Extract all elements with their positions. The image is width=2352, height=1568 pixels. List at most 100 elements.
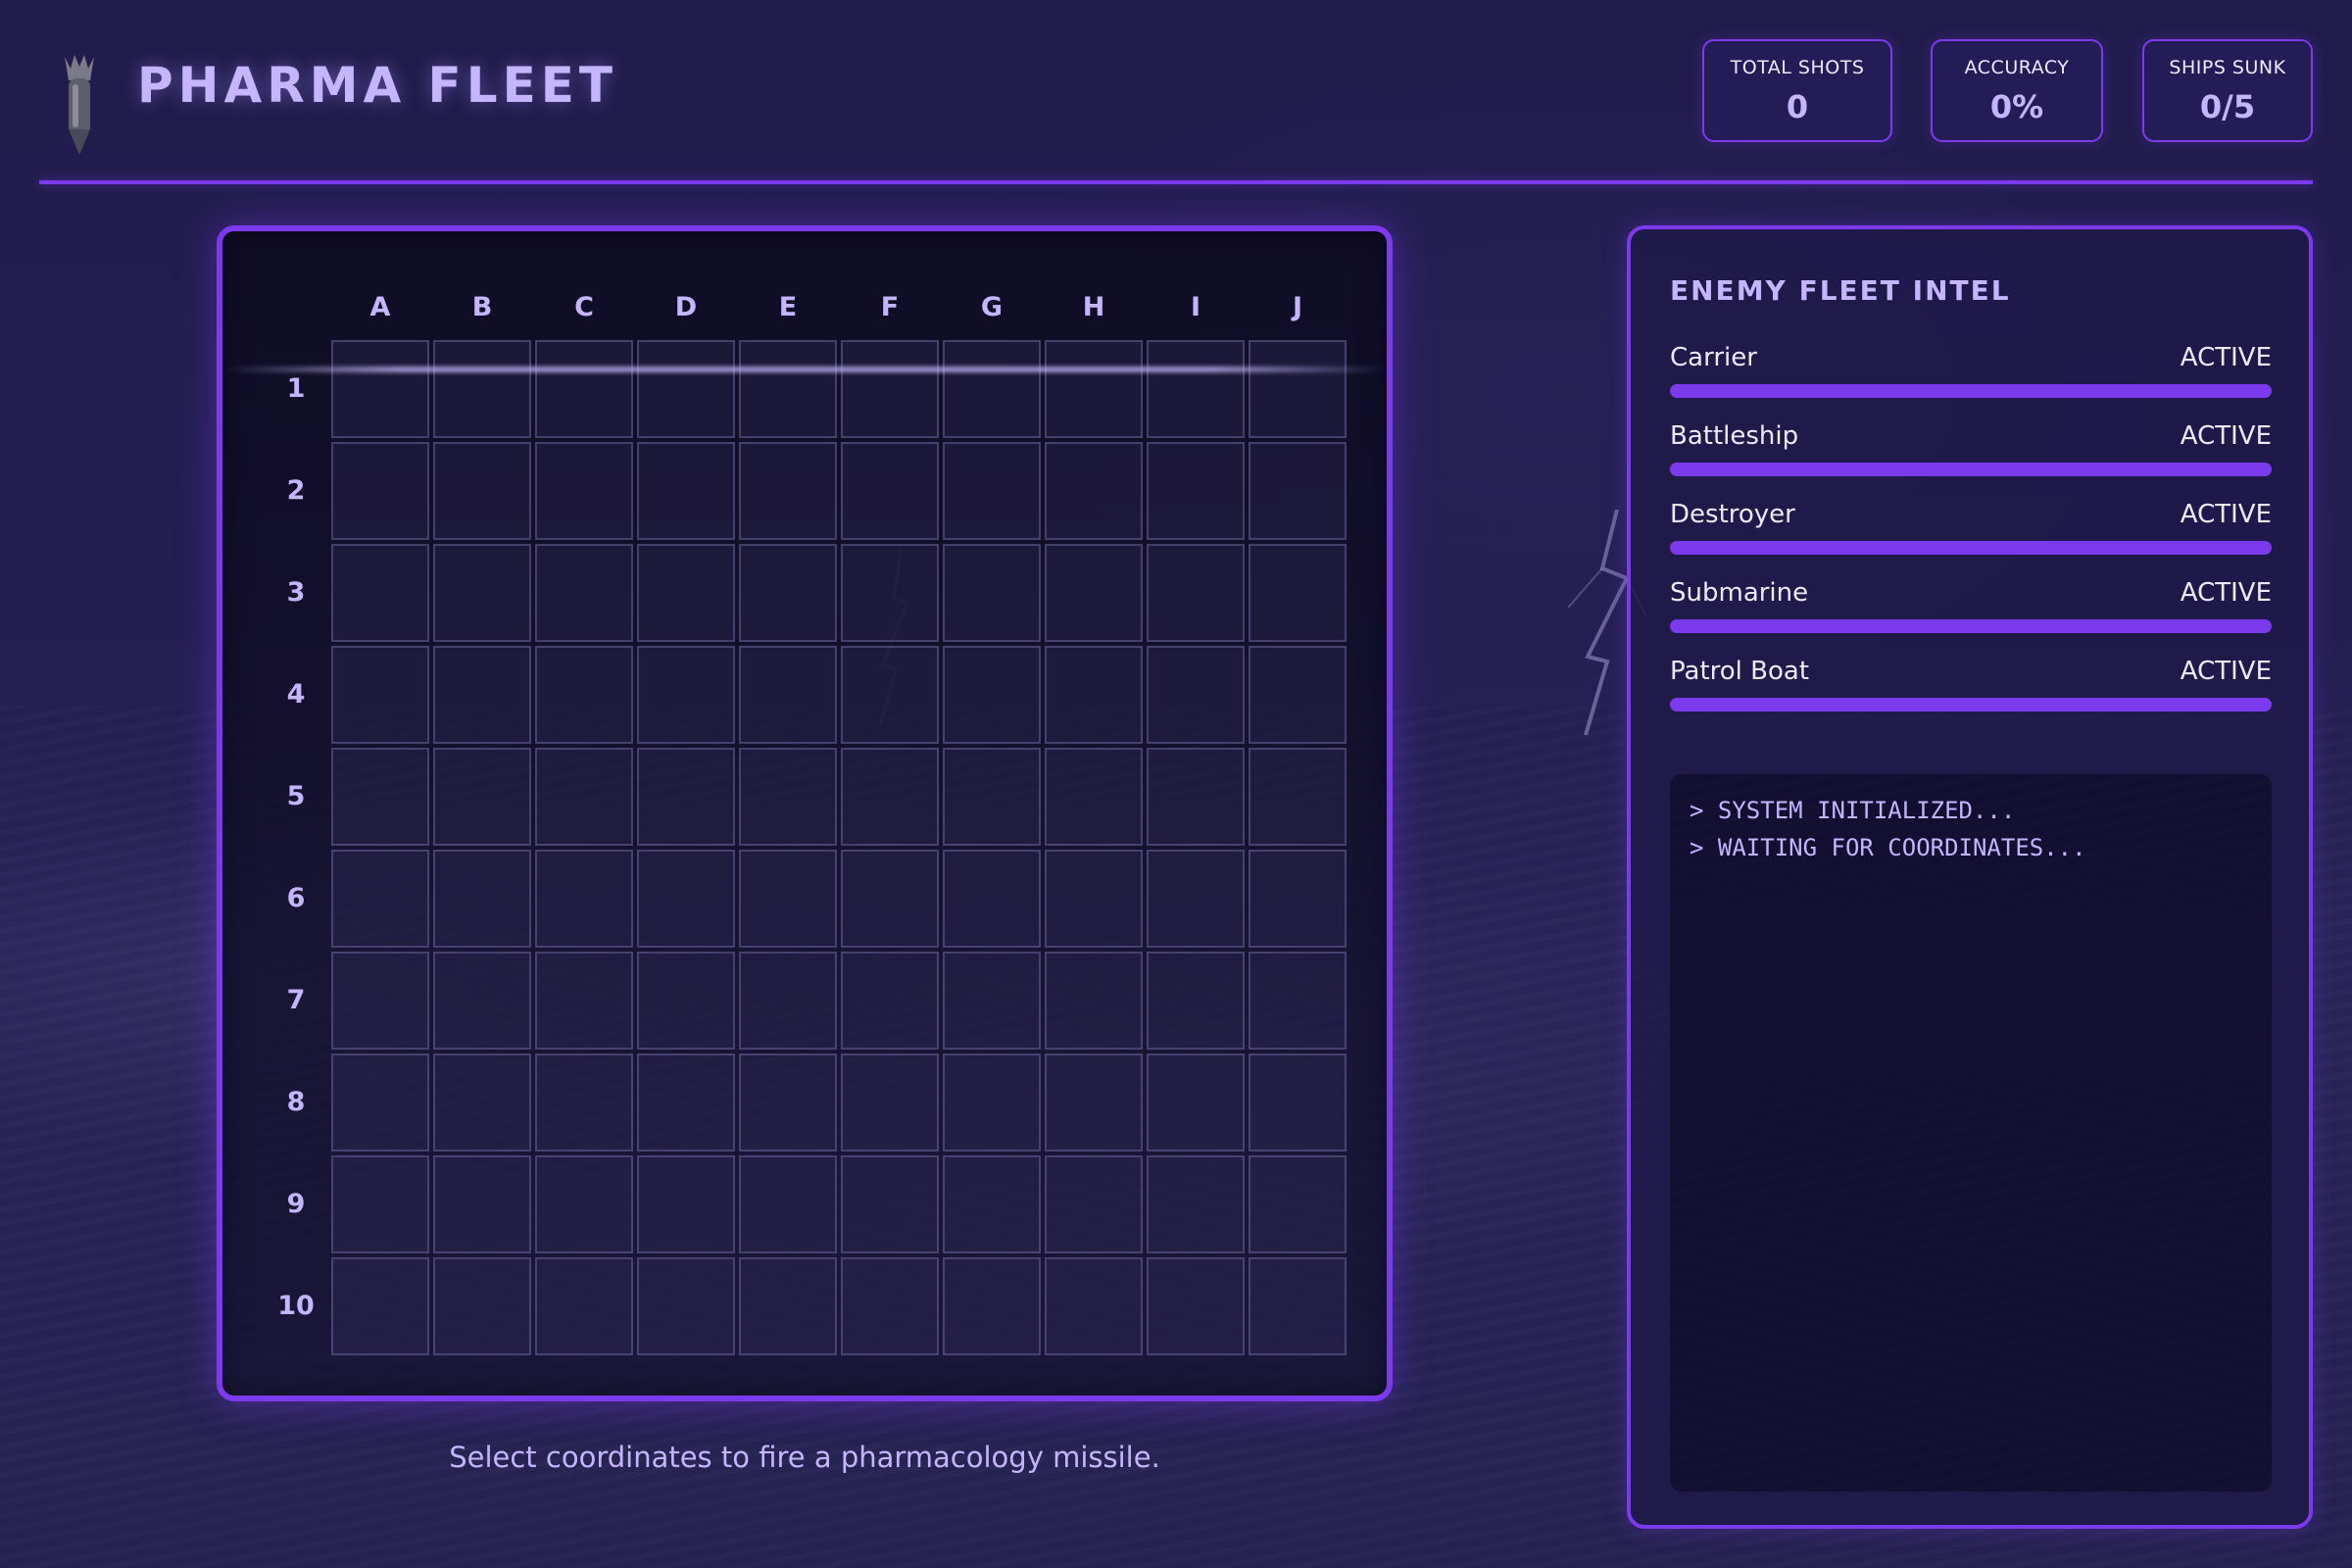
grid-cell-f5[interactable]: [841, 748, 939, 846]
grid-cell-g10[interactable]: [943, 1257, 1041, 1355]
grid-cell-e5[interactable]: [739, 748, 837, 846]
grid-cell-g4[interactable]: [943, 646, 1041, 744]
grid-cell-i3[interactable]: [1147, 544, 1245, 642]
grid-cell-e8[interactable]: [739, 1054, 837, 1152]
grid-cell-a8[interactable]: [331, 1054, 429, 1152]
grid-cell-c9[interactable]: [535, 1155, 633, 1253]
grid-cell-a4[interactable]: [331, 646, 429, 744]
grid-cell-d1[interactable]: [637, 340, 735, 438]
grid-cell-d5[interactable]: [637, 748, 735, 846]
grid-cell-h6[interactable]: [1045, 850, 1143, 948]
grid-cell-a10[interactable]: [331, 1257, 429, 1355]
grid-cell-c10[interactable]: [535, 1257, 633, 1355]
grid-cell-e3[interactable]: [739, 544, 837, 642]
grid-cell-f10[interactable]: [841, 1257, 939, 1355]
grid-cell-e1[interactable]: [739, 340, 837, 438]
grid-cell-a1[interactable]: [331, 340, 429, 438]
grid-cell-b5[interactable]: [433, 748, 531, 846]
grid-cell-a7[interactable]: [331, 952, 429, 1050]
grid-cell-f8[interactable]: [841, 1054, 939, 1152]
grid-cell-d3[interactable]: [637, 544, 735, 642]
grid-cell-i5[interactable]: [1147, 748, 1245, 846]
grid-cell-g9[interactable]: [943, 1155, 1041, 1253]
grid-cell-i8[interactable]: [1147, 1054, 1245, 1152]
grid-cell-a5[interactable]: [331, 748, 429, 846]
grid-cell-b3[interactable]: [433, 544, 531, 642]
grid-cell-f4[interactable]: [841, 646, 939, 744]
grid-cell-c2[interactable]: [535, 442, 633, 540]
grid-cell-h8[interactable]: [1045, 1054, 1143, 1152]
grid-cell-g1[interactable]: [943, 340, 1041, 438]
grid-cell-j3[interactable]: [1249, 544, 1347, 642]
grid-cell-h1[interactable]: [1045, 340, 1143, 438]
grid-cell-f2[interactable]: [841, 442, 939, 540]
grid-cell-g7[interactable]: [943, 952, 1041, 1050]
grid-cell-a6[interactable]: [331, 850, 429, 948]
grid-cell-f7[interactable]: [841, 952, 939, 1050]
grid-cell-b4[interactable]: [433, 646, 531, 744]
grid-cell-i7[interactable]: [1147, 952, 1245, 1050]
grid-cell-b10[interactable]: [433, 1257, 531, 1355]
grid-cell-h9[interactable]: [1045, 1155, 1143, 1253]
grid-cell-f3[interactable]: [841, 544, 939, 642]
grid-cell-c6[interactable]: [535, 850, 633, 948]
grid-cell-j1[interactable]: [1249, 340, 1347, 438]
grid-cell-e10[interactable]: [739, 1257, 837, 1355]
grid-cell-b2[interactable]: [433, 442, 531, 540]
grid-cell-g2[interactable]: [943, 442, 1041, 540]
grid-cell-c1[interactable]: [535, 340, 633, 438]
grid-cell-d2[interactable]: [637, 442, 735, 540]
grid-cell-d4[interactable]: [637, 646, 735, 744]
grid-cell-i6[interactable]: [1147, 850, 1245, 948]
grid-cell-i1[interactable]: [1147, 340, 1245, 438]
grid-cell-b6[interactable]: [433, 850, 531, 948]
grid-cell-b8[interactable]: [433, 1054, 531, 1152]
grid-cell-j6[interactable]: [1249, 850, 1347, 948]
grid-cell-e9[interactable]: [739, 1155, 837, 1253]
grid-cell-i9[interactable]: [1147, 1155, 1245, 1253]
grid-cell-b9[interactable]: [433, 1155, 531, 1253]
grid-cell-e6[interactable]: [739, 850, 837, 948]
grid-cell-c3[interactable]: [535, 544, 633, 642]
grid-cell-c5[interactable]: [535, 748, 633, 846]
grid-cell-e7[interactable]: [739, 952, 837, 1050]
grid-cell-a3[interactable]: [331, 544, 429, 642]
grid-cell-h3[interactable]: [1045, 544, 1143, 642]
grid-cell-d9[interactable]: [637, 1155, 735, 1253]
grid-cell-d7[interactable]: [637, 952, 735, 1050]
grid-cell-j9[interactable]: [1249, 1155, 1347, 1253]
grid-cell-g5[interactable]: [943, 748, 1041, 846]
grid-cell-d10[interactable]: [637, 1257, 735, 1355]
grid-cell-j4[interactable]: [1249, 646, 1347, 744]
grid-cell-h5[interactable]: [1045, 748, 1143, 846]
grid-cell-f6[interactable]: [841, 850, 939, 948]
grid-cell-a2[interactable]: [331, 442, 429, 540]
grid-cell-g3[interactable]: [943, 544, 1041, 642]
grid-cell-d6[interactable]: [637, 850, 735, 948]
grid-cell-d8[interactable]: [637, 1054, 735, 1152]
grid-cell-g8[interactable]: [943, 1054, 1041, 1152]
grid-cell-e4[interactable]: [739, 646, 837, 744]
grid-cell-i10[interactable]: [1147, 1257, 1245, 1355]
grid-cell-i2[interactable]: [1147, 442, 1245, 540]
grid-cell-j10[interactable]: [1249, 1257, 1347, 1355]
grid-cell-b7[interactable]: [433, 952, 531, 1050]
grid-cell-h7[interactable]: [1045, 952, 1143, 1050]
grid-cell-e2[interactable]: [739, 442, 837, 540]
grid-cell-j2[interactable]: [1249, 442, 1347, 540]
grid-cell-j7[interactable]: [1249, 952, 1347, 1050]
grid-cell-h10[interactable]: [1045, 1257, 1143, 1355]
grid-cell-h4[interactable]: [1045, 646, 1143, 744]
grid-cell-f1[interactable]: [841, 340, 939, 438]
grid-cell-g6[interactable]: [943, 850, 1041, 948]
grid-cell-a9[interactable]: [331, 1155, 429, 1253]
grid-cell-f9[interactable]: [841, 1155, 939, 1253]
grid-cell-j5[interactable]: [1249, 748, 1347, 846]
grid-cell-b1[interactable]: [433, 340, 531, 438]
grid-cell-c4[interactable]: [535, 646, 633, 744]
grid-cell-h2[interactable]: [1045, 442, 1143, 540]
grid-cell-i4[interactable]: [1147, 646, 1245, 744]
grid-cell-c7[interactable]: [535, 952, 633, 1050]
grid-cell-j8[interactable]: [1249, 1054, 1347, 1152]
grid-cell-c8[interactable]: [535, 1054, 633, 1152]
